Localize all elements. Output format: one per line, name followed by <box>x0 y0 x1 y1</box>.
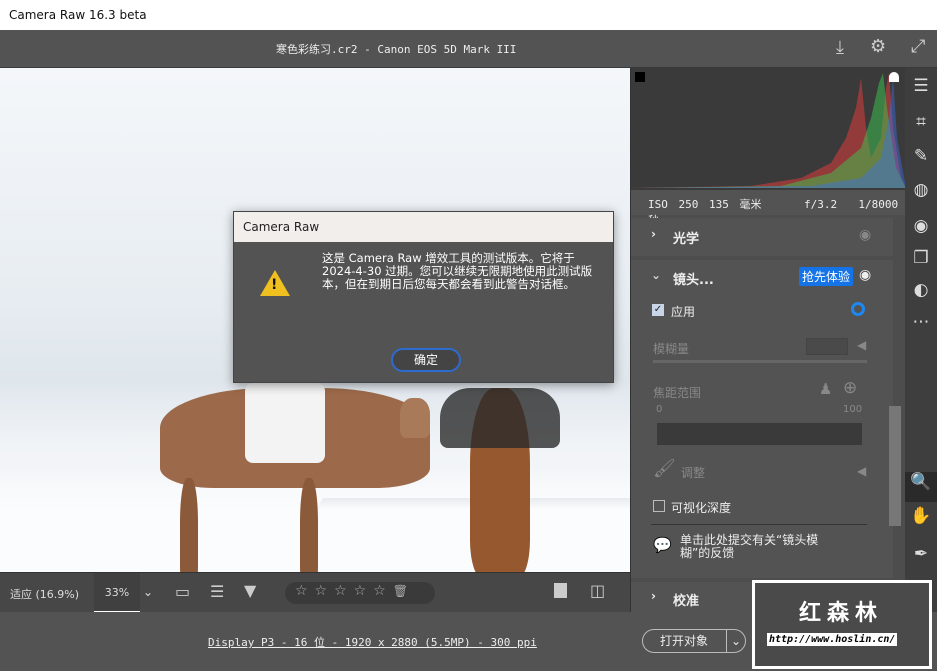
app-title: Camera Raw 16.3 beta <box>9 8 147 22</box>
processing-icon <box>851 302 865 316</box>
triangle-left-icon: ◀ <box>857 464 867 478</box>
brush-icon[interactable]: 🖌 <box>653 458 676 479</box>
dialog-message: 这是 Camera Raw 增效工具的测试版本。它将于 2024-4-30 过期… <box>322 251 593 291</box>
section-title: 镜头... <box>673 273 714 288</box>
feedback-link[interactable]: 单击此处提交有关“镜头模糊”的反馈 <box>680 534 830 560</box>
presets-icon[interactable]: ◐ <box>905 280 937 300</box>
section-optics[interactable]: › 光学 ◉ <box>631 218 893 256</box>
window-title-bar: Camera Raw 16.3 beta <box>0 0 937 30</box>
crop-icon[interactable]: ⌗ <box>905 112 937 132</box>
visualize-depth-checkbox[interactable] <box>653 500 665 512</box>
sort-icon[interactable]: ☰ <box>210 582 224 601</box>
zoom-icon[interactable]: 🔍 <box>905 472 937 502</box>
eye-icon[interactable]: ◉ <box>859 227 871 243</box>
chevron-down-icon[interactable]: ⌄ <box>725 630 741 652</box>
snapshots-icon[interactable]: ❐ <box>905 248 937 268</box>
chevron-down-icon[interactable]: ⌄ <box>651 268 661 282</box>
histogram-graph <box>631 73 906 188</box>
subject-icon[interactable]: ♟ <box>819 380 832 398</box>
highlight-clipping-icon[interactable] <box>889 72 899 82</box>
more-icon[interactable]: ⋯ <box>905 312 937 332</box>
triangle-left-icon: ◀ <box>857 338 867 352</box>
watermark: 红森林 http://www.hoslin.cn/ <box>752 580 932 669</box>
aperture: f/3.2 <box>803 198 838 211</box>
healing-icon[interactable]: ✎ <box>905 146 937 166</box>
early-access-badge: 抢先体验 <box>799 267 854 286</box>
blur-amount-label: 模糊量 <box>653 342 690 356</box>
section-title: 光学 <box>673 232 700 247</box>
apply-label: 应用 <box>671 305 696 319</box>
save-icon[interactable]: ⤓ <box>836 37 844 58</box>
range-max: 100 <box>843 404 863 415</box>
iso: ISO 250 <box>648 198 699 211</box>
eye-icon[interactable]: ◉ <box>859 267 871 283</box>
histogram <box>631 68 906 190</box>
tool-strip: ☰ ⌗ ✎ ◍ ◉ ❐ ◐ ⋯ 🔍 ✋ ✒ ▦ <box>905 68 937 612</box>
range-min: 0 <box>656 404 663 415</box>
gear-icon[interactable]: ⚙ <box>870 36 886 57</box>
trash-icon[interactable]: 🗑 <box>393 584 415 598</box>
star-rating[interactable]: ☆☆☆☆☆🗑 <box>285 582 435 604</box>
focal-length: 135 毫米 <box>708 198 762 211</box>
masking-icon[interactable]: ◍ <box>905 180 937 200</box>
fullscreen-icon[interactable]: ⤢ <box>911 36 925 57</box>
file-title: 寒色彩练习.cr2 - Canon EOS 5D Mark III <box>276 43 517 56</box>
feedback-icon: 💬 <box>653 536 672 554</box>
blur-amount-slider[interactable] <box>653 360 867 363</box>
open-object-label: 打开对象 <box>659 634 708 648</box>
dialog-title: Camera Raw <box>234 212 613 242</box>
color-sampler-icon[interactable]: ✒ <box>905 544 937 564</box>
divider <box>651 524 867 525</box>
before-after-icon[interactable]: ◫ <box>590 581 605 600</box>
chevron-right-icon: › <box>651 589 656 603</box>
workflow-options-link[interactable]: Display P3 - 16 位 - 1920 x 2880 (5.5MP) … <box>208 634 537 650</box>
section-title: 校准 <box>673 594 700 609</box>
filter-icon[interactable]: ▼ <box>244 581 256 600</box>
adjust-label[interactable]: 调整 <box>681 464 705 481</box>
hand-icon[interactable]: ✋ <box>905 506 937 526</box>
watermark-text: 红森林 <box>799 601 884 626</box>
target-icon[interactable]: ⊕ <box>843 378 857 398</box>
focal-range-label: 焦距范围 <box>653 386 702 400</box>
shadow-clipping-icon[interactable] <box>635 72 645 82</box>
beta-warning-dialog: Camera Raw ! 这是 Camera Raw 增效工具的测试版本。它将于… <box>233 211 614 383</box>
fit-zoom-button[interactable]: 适应 (16.9%) <box>10 586 79 602</box>
exif-info: ISO 250 135 毫米 f/3.2 1/8000 秒 <box>631 190 906 227</box>
section-lens-blur: ⌄ 镜头... 抢先体验 ◉ ✓ 应用 模糊量 ◀ 焦距范围 ♟ ⊕ 0 100… <box>631 260 893 578</box>
header: 寒色彩练习.cr2 - Canon EOS 5D Mark III ⤓ ⚙ ⤢ <box>0 30 937 68</box>
filmstrip-icon[interactable]: ▭ <box>175 582 190 601</box>
blur-amount-input[interactable] <box>806 338 848 355</box>
warning-icon-mark: ! <box>271 277 278 293</box>
ok-button[interactable]: 确定 <box>391 348 461 372</box>
visualize-depth-label: 可视化深度 <box>671 501 732 515</box>
image-toolbar: 适应 (16.9%) 33% ⌄ ▭ ☰ ▼ ☆☆☆☆☆🗑 ◫ <box>0 572 630 613</box>
zoom-dropdown-icon[interactable]: ⌄ <box>143 585 153 599</box>
watermark-url: http://www.hoslin.cn/ <box>767 633 898 646</box>
chevron-right-icon: › <box>651 227 656 241</box>
background-toggle-icon[interactable] <box>554 583 567 598</box>
focal-range-bar[interactable] <box>657 423 862 445</box>
edit-sliders-icon[interactable]: ☰ <box>905 76 937 96</box>
open-object-button[interactable]: 打开对象 ⌄ <box>642 629 746 653</box>
zoom-level-field[interactable]: 33% <box>94 573 140 613</box>
apply-checkbox[interactable]: ✓ <box>652 304 664 316</box>
red-eye-icon[interactable]: ◉ <box>905 216 937 236</box>
panel-scrollbar[interactable] <box>889 406 901 526</box>
edit-panel: ISO 250 135 毫米 f/3.2 1/8000 秒 › 光学 ◉ ⌄ 镜… <box>630 68 906 612</box>
